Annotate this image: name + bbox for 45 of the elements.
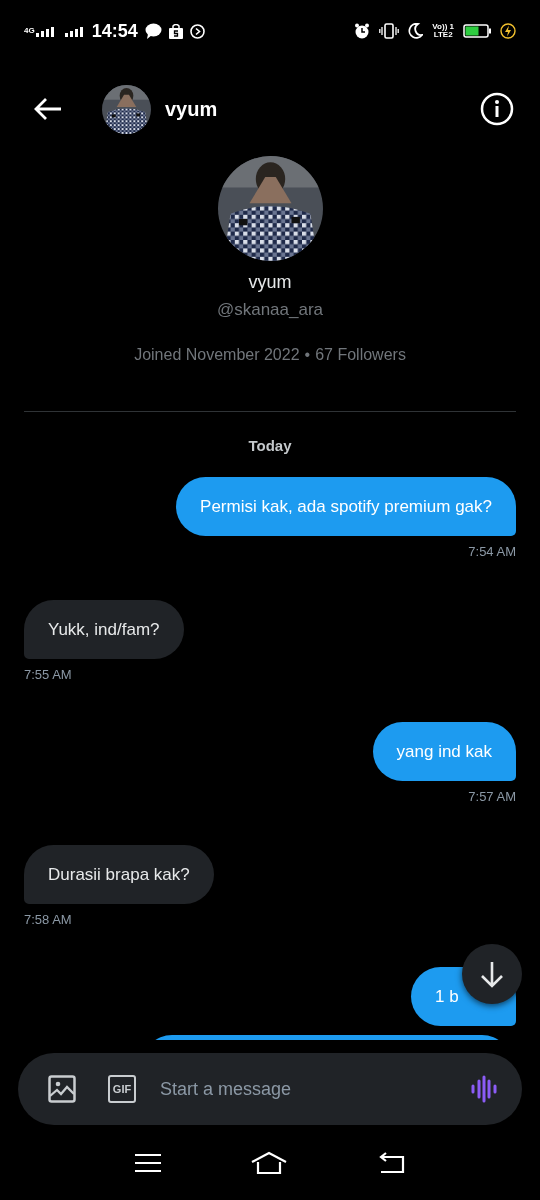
- profile-handle: @skanaa_ara: [216, 299, 324, 321]
- return-arrow-icon: [377, 1151, 405, 1174]
- info-button[interactable]: [480, 92, 514, 126]
- shopping-bag-icon: [168, 23, 183, 39]
- back-button[interactable]: [34, 97, 62, 121]
- joined-date: Joined November 2022: [134, 344, 300, 365]
- play-circle-icon: [189, 23, 205, 39]
- profile-name: vyum: [248, 271, 292, 294]
- image-button[interactable]: [48, 1075, 76, 1103]
- message-time: 7:58 AM: [24, 910, 72, 929]
- moon-icon: [408, 23, 424, 39]
- message-input[interactable]: GIF Start a message: [18, 1053, 522, 1125]
- back-arrow-icon: [34, 97, 62, 121]
- chat-bubble-icon: [144, 23, 162, 39]
- home-button[interactable]: [251, 1150, 287, 1175]
- gif-button[interactable]: GIF: [108, 1075, 136, 1103]
- message-time: 7:54 AM: [468, 543, 516, 561]
- down-arrow-icon: [479, 960, 505, 988]
- contact-name: vyum: [165, 97, 218, 122]
- date-label: Today: [247, 435, 293, 456]
- alarm-clock-icon: [354, 23, 371, 39]
- signal-icon: [64, 25, 85, 37]
- message-bubble: Yukk, ind/fam?: [24, 599, 184, 659]
- message-time: 7:57 AM: [468, 788, 516, 806]
- menu-icon: [135, 1152, 161, 1173]
- voice-button[interactable]: [470, 1075, 498, 1103]
- vibrate-icon: [379, 23, 400, 39]
- info-icon: [480, 92, 514, 126]
- back-nav-button[interactable]: [377, 1151, 405, 1174]
- voice-wave-icon: [470, 1075, 498, 1103]
- message-time: 7:55 AM: [24, 665, 72, 684]
- network-label: 4G: [24, 27, 35, 35]
- volte-label: Vo)) 1: [432, 23, 454, 31]
- menu-button[interactable]: [135, 1152, 161, 1173]
- home-icon: [251, 1150, 287, 1175]
- battery-icon: [463, 24, 491, 38]
- image-icon: [48, 1075, 76, 1103]
- scroll-down-button[interactable]: [462, 944, 522, 1004]
- message-bubble: yang ind kak: [372, 722, 516, 781]
- message-bubble: Durasii brapa kak?: [24, 844, 214, 904]
- separator-dot: •: [304, 344, 311, 365]
- follower-count: 67 Followers: [315, 344, 406, 365]
- volte-label: LTE2: [433, 31, 454, 39]
- message-bubble: Permisi kak, ada spotify premium gak?: [176, 477, 516, 536]
- status-time: 14:54: [91, 19, 138, 43]
